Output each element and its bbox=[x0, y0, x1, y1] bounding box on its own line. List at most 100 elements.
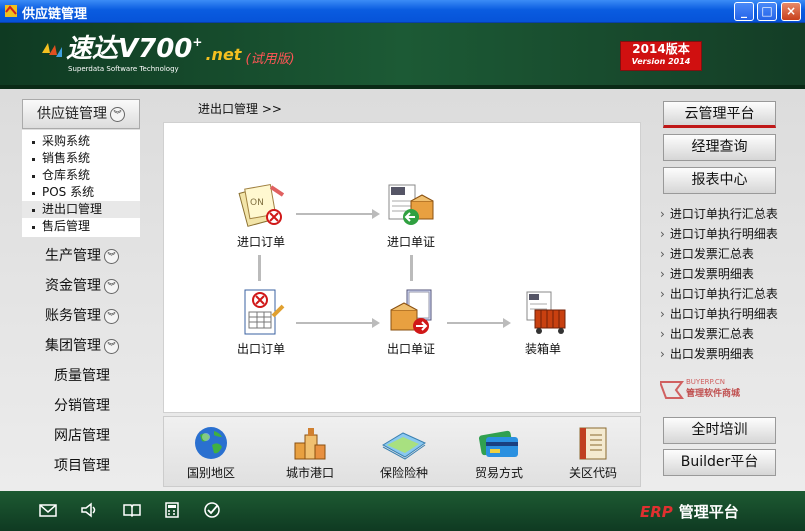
report-link-label: 出口订单执行汇总表 bbox=[669, 287, 778, 301]
sidebar-item-label: 生产管理 bbox=[45, 248, 101, 264]
logo-trial: (试用版) bbox=[245, 52, 295, 67]
erp-text: ERP bbox=[640, 503, 673, 521]
sidebar-item-production[interactable]: 生产管理 ︾ bbox=[22, 241, 142, 271]
shortcut-country-region[interactable]: 国别地区 bbox=[171, 425, 251, 481]
report-link-label: 出口订单执行明细表 bbox=[669, 307, 778, 321]
chevron-down-icon: ︾ bbox=[104, 308, 119, 324]
submenu-item-after-sales[interactable]: 售后管理 bbox=[22, 218, 140, 235]
shortcut-label: 保险险种 bbox=[379, 466, 428, 480]
shortcut-trade-mode[interactable]: 贸易方式 bbox=[459, 425, 539, 481]
submenu-item-warehouse[interactable]: 仓库系统 bbox=[22, 167, 140, 184]
close-button[interactable]: × bbox=[781, 2, 801, 21]
submenu-item-purchase[interactable]: 采购系统 bbox=[22, 133, 140, 150]
sidebar-item-project[interactable]: 项目管理 bbox=[22, 451, 142, 481]
speaker-icon[interactable] bbox=[79, 501, 99, 519]
app-icon bbox=[5, 5, 17, 17]
sidebar-item-label: 资金管理 bbox=[45, 278, 101, 294]
manager-query-button[interactable]: 经理查询 bbox=[663, 134, 776, 161]
flow-label: 装箱单 bbox=[524, 342, 561, 356]
report-link[interactable]: › 出口发票汇总表 bbox=[660, 324, 778, 344]
mail-icon[interactable] bbox=[38, 501, 58, 519]
buyerp-domain: BUYERP.CN bbox=[686, 378, 725, 386]
flow-label: 出口订单 bbox=[236, 342, 285, 356]
chevron-collapse-icon: ︾ bbox=[110, 106, 125, 122]
window-title: 供应链管理 bbox=[22, 7, 88, 22]
submenu-item-pos[interactable]: POS 系统 bbox=[22, 184, 140, 201]
report-link[interactable]: › 出口订单执行汇总表 bbox=[660, 284, 778, 304]
calculator-icon[interactable] bbox=[162, 501, 182, 519]
sidebar-item-distribution[interactable]: 分销管理 bbox=[22, 391, 142, 421]
minimize-button[interactable]: _ bbox=[734, 2, 754, 21]
shortcut-bar: 国别地区 城市港口 保险险种 贸易方式 关区代码 bbox=[163, 416, 641, 487]
check-icon[interactable] bbox=[202, 501, 222, 519]
import-order-icon: ON bbox=[238, 184, 285, 227]
logo-name: 速达V700 bbox=[66, 34, 193, 64]
flow-import-order[interactable]: ON 进口订单 bbox=[221, 181, 301, 250]
flow-import-doc[interactable]: 进口单证 bbox=[371, 181, 451, 250]
report-link-label: 出口发票明细表 bbox=[669, 347, 754, 361]
report-link-label: 进口订单执行汇总表 bbox=[669, 207, 778, 221]
flow-connector bbox=[258, 255, 261, 281]
customs-book-icon bbox=[579, 427, 607, 460]
submenu: 采购系统 销售系统 仓库系统 POS 系统 进出口管理 售后管理 bbox=[22, 130, 140, 237]
cloud-platform-button[interactable]: 云管理平台 bbox=[663, 101, 776, 128]
book-icon[interactable] bbox=[122, 501, 142, 519]
buyerp-logo[interactable]: BUYERP.CN 管理软件商城 bbox=[660, 378, 770, 400]
sidebar: 供应链管理 ︾ 采购系统 销售系统 仓库系统 POS 系统 进出口管理 售后管理 … bbox=[22, 99, 142, 481]
flow-packing-list[interactable]: 装箱单 bbox=[503, 288, 583, 357]
submenu-item-import-export[interactable]: 进出口管理 bbox=[22, 201, 140, 218]
submenu-item-sales[interactable]: 销售系统 bbox=[22, 150, 140, 167]
report-link-label: 进口发票明细表 bbox=[669, 267, 754, 281]
flow-connector bbox=[296, 322, 374, 324]
superdata-logo-icon bbox=[42, 43, 62, 57]
flow-panel: ON 进口订单 进口单证 出口订单 出口单证 装箱单 bbox=[163, 122, 641, 413]
sidebar-item-online-store[interactable]: 网店管理 bbox=[22, 421, 142, 451]
shortcut-label: 国别地区 bbox=[186, 466, 235, 480]
sidebar-item-accounting[interactable]: 账务管理 ︾ bbox=[22, 301, 142, 331]
trade-cards-icon bbox=[478, 430, 518, 457]
maximize-button[interactable]: □ bbox=[757, 2, 777, 21]
shortcut-customs-code[interactable]: 关区代码 bbox=[553, 425, 633, 481]
chevron-down-icon: ︾ bbox=[104, 248, 119, 264]
builder-platform-button[interactable]: Builder平台 bbox=[663, 449, 776, 476]
import-document-icon bbox=[388, 184, 434, 225]
report-link[interactable]: › 进口发票明细表 bbox=[660, 264, 778, 284]
module-header-supply-chain[interactable]: 供应链管理 ︾ bbox=[22, 99, 140, 129]
chevron-right-icon: › bbox=[660, 247, 665, 261]
report-link[interactable]: › 进口订单执行汇总表 bbox=[660, 204, 778, 224]
report-link[interactable]: › 进口订单执行明细表 bbox=[660, 224, 778, 244]
report-link[interactable]: › 进口发票汇总表 bbox=[660, 244, 778, 264]
chevron-right-icon: › bbox=[660, 327, 665, 341]
flow-label: 出口单证 bbox=[386, 342, 435, 356]
shortcut-label: 关区代码 bbox=[568, 466, 617, 480]
report-center-button[interactable]: 报表中心 bbox=[663, 167, 776, 194]
report-link[interactable]: › 出口订单执行明细表 bbox=[660, 304, 778, 324]
training-button[interactable]: 全时培训 bbox=[663, 417, 776, 444]
sidebar-item-quality[interactable]: 质量管理 bbox=[22, 361, 142, 391]
chevron-right-icon: › bbox=[660, 207, 665, 221]
chevron-right-icon: › bbox=[660, 307, 665, 321]
export-order-icon bbox=[244, 289, 285, 335]
export-document-icon bbox=[390, 289, 432, 334]
flow-export-order[interactable]: 出口订单 bbox=[221, 288, 301, 357]
logo-subtitle: Superdata Software Technology bbox=[68, 65, 179, 73]
chevron-down-icon: ︾ bbox=[104, 338, 119, 354]
chevron-right-icon: › bbox=[660, 347, 665, 361]
sidebar-item-group[interactable]: 集团管理 ︾ bbox=[22, 331, 142, 361]
shortcut-label: 贸易方式 bbox=[474, 466, 523, 480]
logo: 速达V700 + .net (试用版) Superdata Software T… bbox=[40, 34, 295, 73]
packing-list-icon bbox=[526, 291, 566, 334]
shortcut-label: 城市港口 bbox=[285, 466, 334, 480]
report-link[interactable]: › 出口发票明细表 bbox=[660, 344, 778, 364]
flow-connector bbox=[410, 255, 413, 281]
sidebar-item-funds[interactable]: 资金管理 ︾ bbox=[22, 271, 142, 301]
right-panel: 云管理平台 经理查询 报表中心 › 进口订单执行汇总表 › 进口订单执行明细表 › 进… bbox=[660, 101, 778, 364]
shortcut-city-port[interactable]: 城市港口 bbox=[270, 425, 350, 481]
globe-icon bbox=[195, 427, 227, 459]
shortcut-insurance[interactable]: 保险险种 bbox=[364, 425, 444, 481]
flow-export-doc[interactable]: 出口单证 bbox=[371, 288, 451, 357]
buyerp-name: 管理软件商城 bbox=[686, 389, 741, 399]
platform-text: 管理平台 bbox=[678, 503, 739, 521]
version-badge: 2014版本 Version 2014 bbox=[620, 41, 702, 71]
logo-net: .net bbox=[205, 45, 242, 64]
